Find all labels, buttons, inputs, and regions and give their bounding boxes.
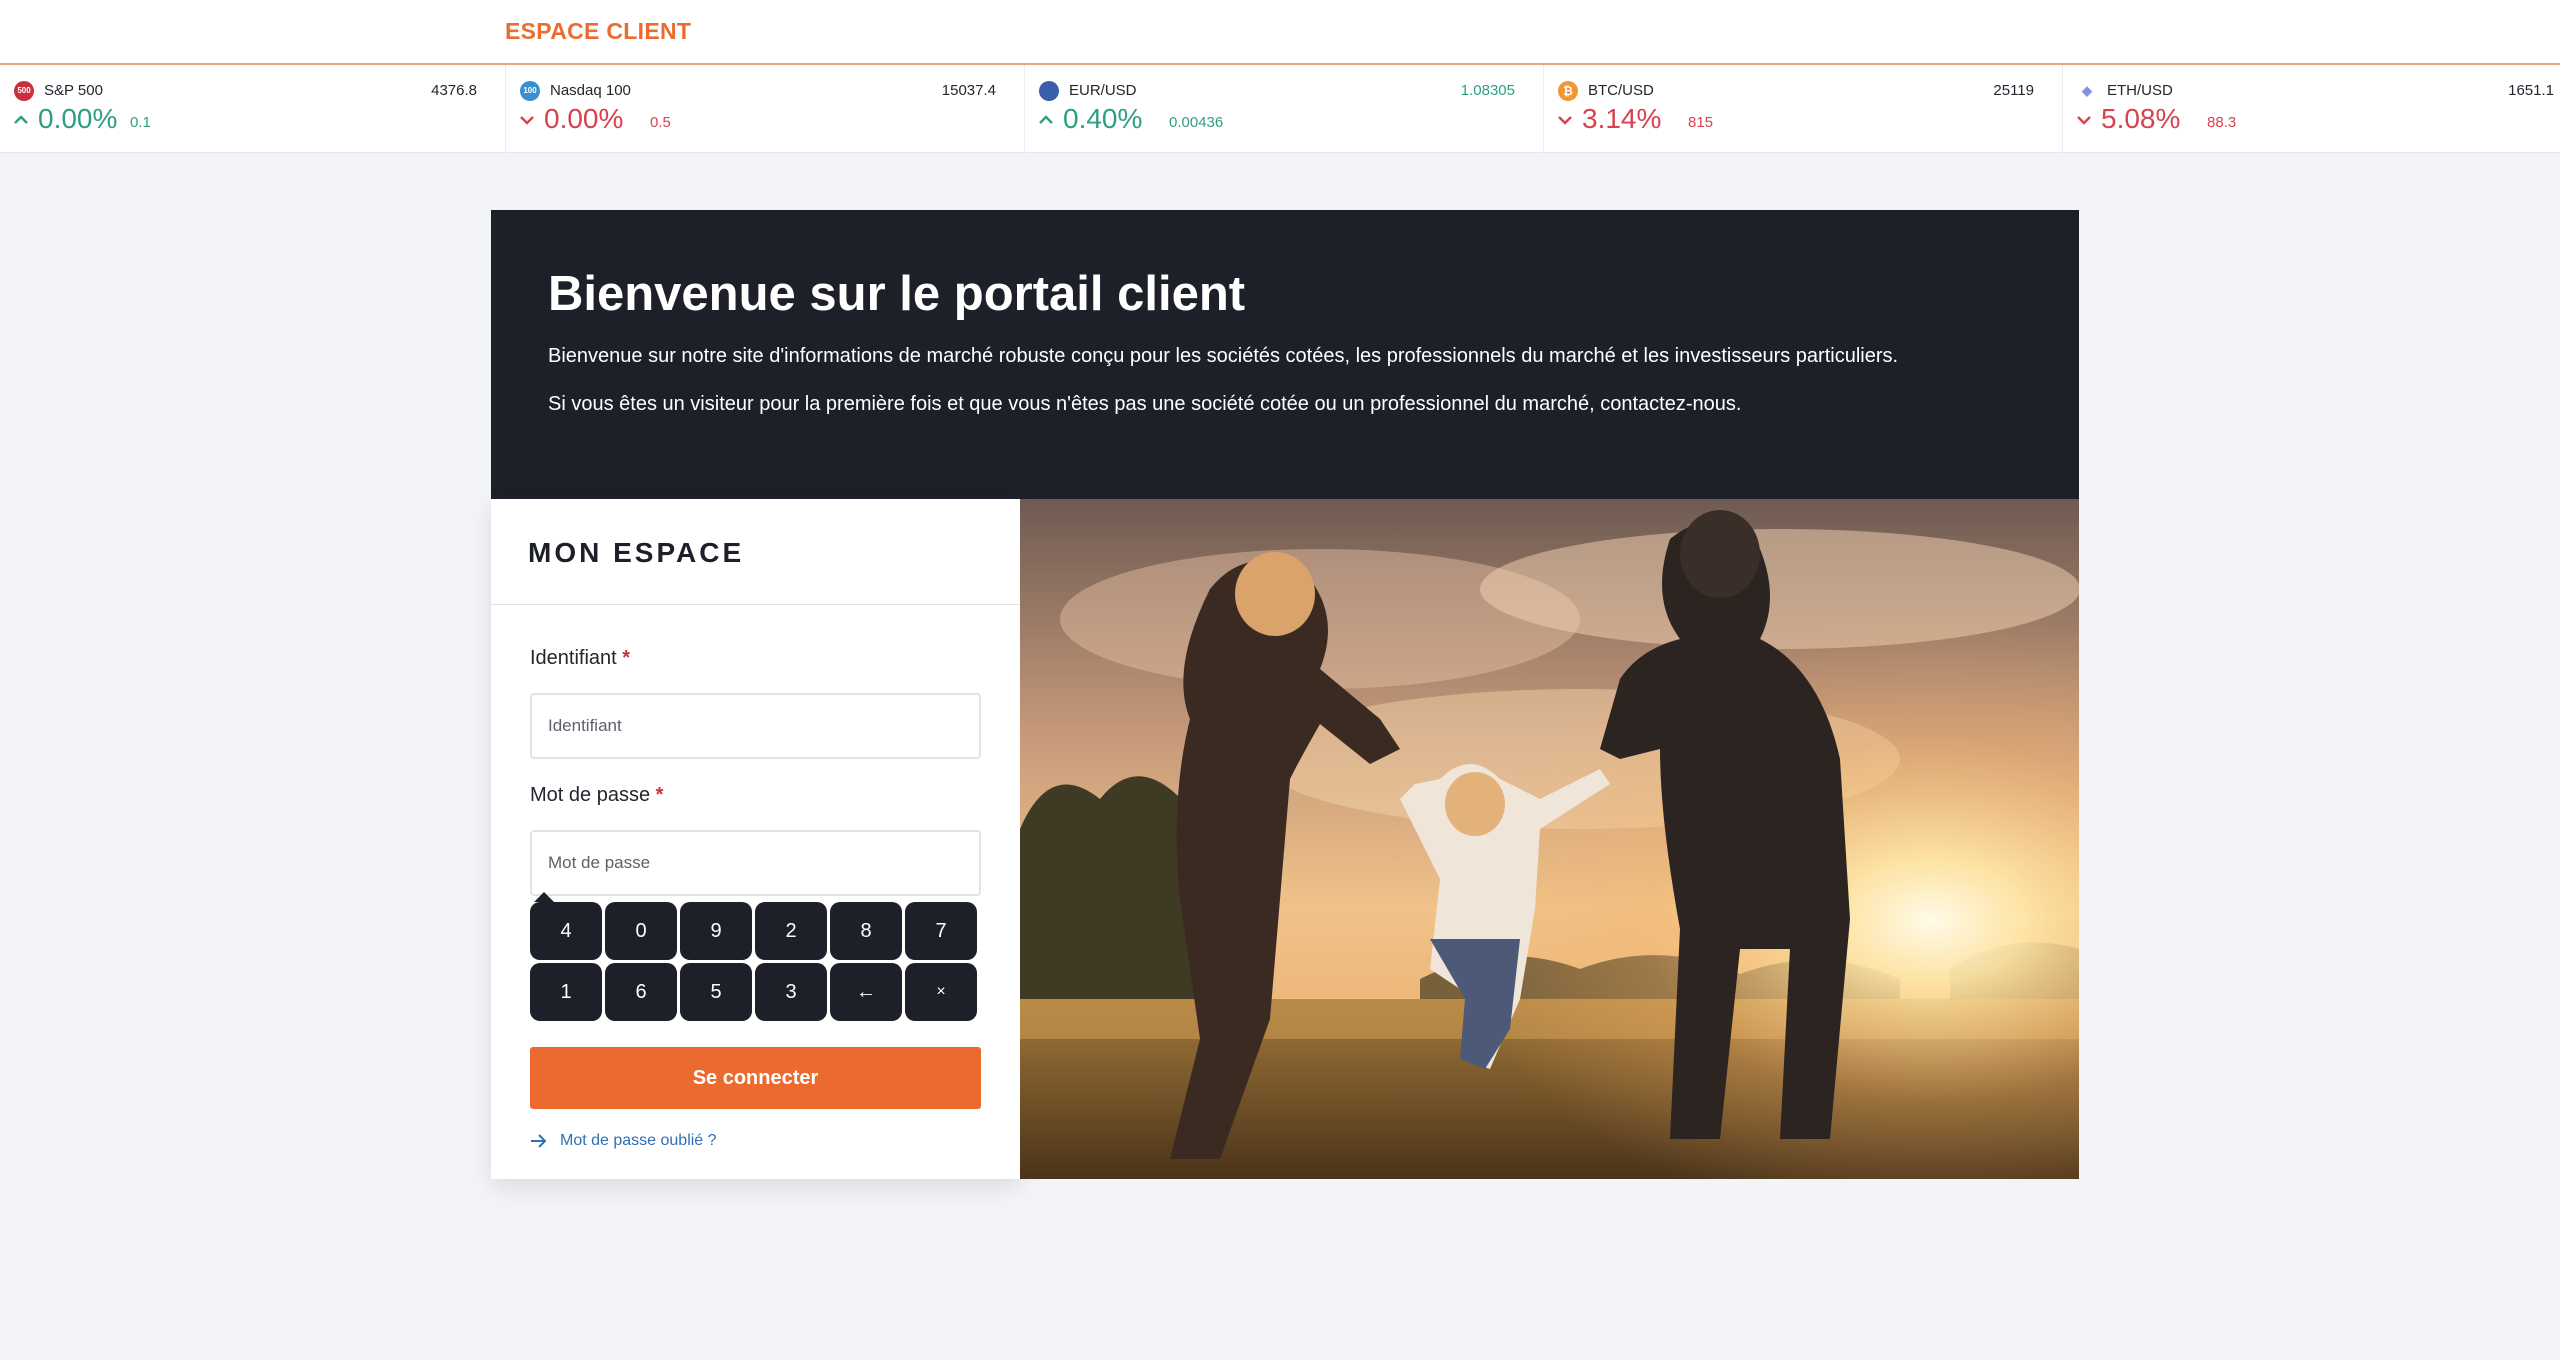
- login-panel-header: MON ESPACE: [491, 499, 1020, 605]
- keypad-key[interactable]: 6: [605, 963, 677, 1021]
- username-label-text: Identifiant: [530, 647, 617, 669]
- username-label: Identifiant *: [530, 647, 630, 670]
- ticker-item-nasdaq[interactable]: 100 Nasdaq 100 15037.4 0.00% 0.5: [506, 65, 1025, 153]
- chevron-down-icon: [2077, 116, 2091, 125]
- keypad-key[interactable]: 5: [680, 963, 752, 1021]
- ticker-delta: 0.1: [130, 114, 151, 131]
- keypad-key[interactable]: 4: [530, 902, 602, 960]
- eurusd-icon: [1039, 81, 1059, 101]
- top-header: ESPACE CLIENT: [0, 0, 2560, 65]
- keypad-backspace-key[interactable]: ←: [830, 963, 902, 1021]
- keypad-pointer: [534, 892, 554, 902]
- keypad-key[interactable]: 1: [530, 963, 602, 1021]
- ticker-name: ETH/USD: [2107, 82, 2173, 99]
- bitcoin-icon: ₿: [1558, 81, 1578, 101]
- password-label: Mot de passe *: [530, 784, 663, 807]
- ticker-item-sp500[interactable]: 500 S&P 500 4376.8 0.00% 0.1: [0, 65, 506, 153]
- ticker-price: 4376.8: [431, 82, 477, 99]
- chevron-up-icon: [14, 115, 28, 124]
- keypad-key[interactable]: 3: [755, 963, 827, 1021]
- ticker-delta: 815: [1688, 114, 1714, 131]
- ticker-price: 25119: [1993, 82, 2034, 99]
- contact-text: Si vous êtes un visiteur pour la premièr…: [548, 393, 1742, 415]
- ticker-item-eurusd[interactable]: EUR/USD 1.08305 0.40% 0.00436: [1025, 65, 1544, 153]
- ticker-percent: 3.14%: [1582, 103, 1662, 134]
- ticker-percent: 5.08%: [2101, 103, 2181, 134]
- login-panel: MON ESPACE Identifiant * Mot de passe * …: [491, 499, 1020, 1179]
- ethereum-icon: ◆: [2077, 81, 2097, 101]
- arrow-right-icon: [531, 1134, 547, 1148]
- ticker-name: S&P 500: [44, 82, 103, 99]
- family-sunset-photo: [1020, 499, 2079, 1179]
- ticker-delta: 0.00436: [1169, 114, 1224, 131]
- ticker-name: BTC/USD: [1588, 82, 1654, 99]
- keypad-key[interactable]: 8: [830, 902, 902, 960]
- password-input[interactable]: [530, 830, 981, 896]
- forgot-password-text: Mot de passe oublié ?: [560, 1132, 717, 1149]
- required-marker: *: [622, 647, 631, 669]
- required-marker: *: [655, 784, 664, 806]
- family-sunset-image: [1020, 499, 2079, 1179]
- nasdaq-icon: 100: [520, 81, 540, 101]
- ticker-percent: 0.00%: [544, 103, 624, 134]
- password-label-text: Mot de passe: [530, 784, 651, 806]
- keypad-clear-key[interactable]: ×: [905, 963, 977, 1021]
- keypad-key[interactable]: 7: [905, 902, 977, 960]
- forgot-password-link[interactable]: Mot de passe oublié ?: [530, 1132, 717, 1150]
- brand-title[interactable]: ESPACE CLIENT: [505, 18, 691, 45]
- ticker-price: 1.08305: [1460, 82, 1515, 99]
- keypad-key[interactable]: 0: [605, 902, 677, 960]
- ticker-name: EUR/USD: [1069, 82, 1137, 99]
- ticker-price: 15037.4: [941, 82, 996, 99]
- chevron-down-icon: [520, 116, 534, 125]
- welcome-banner: Bienvenue sur le portail client Bienvenu…: [491, 210, 2079, 499]
- chevron-down-icon: [1558, 116, 1572, 125]
- ticker-item-btcusd[interactable]: ₿ BTC/USD 25119 3.14% 815: [1544, 65, 2063, 153]
- ticker-percent: 0.00%: [38, 103, 118, 134]
- ticker-percent: 0.40%: [1063, 103, 1143, 134]
- username-input[interactable]: [530, 693, 981, 759]
- ticker-delta: 0.5: [650, 114, 671, 131]
- login-button[interactable]: Se connecter: [530, 1047, 981, 1109]
- keypad-key[interactable]: 9: [680, 902, 752, 960]
- ticker-name: Nasdaq 100: [550, 82, 631, 99]
- welcome-text: Bienvenue sur notre site d'informations …: [548, 345, 1899, 367]
- ticker-price: 1651.1: [2508, 82, 2554, 99]
- ticker-item-ethusd[interactable]: ◆ ETH/USD 1651.1 5.08% 88.3: [2063, 65, 2560, 153]
- ticker-delta: 88.3: [2207, 114, 2237, 131]
- market-ticker: 500 S&P 500 4376.8 0.00% 0.1 100 Nasdaq …: [0, 65, 2560, 153]
- chevron-up-icon: [1039, 115, 1053, 124]
- keypad-key[interactable]: 2: [755, 902, 827, 960]
- login-title: MON ESPACE: [528, 537, 745, 568]
- page-title: Bienvenue sur le portail client: [548, 267, 1246, 321]
- sp500-icon: 500: [14, 81, 34, 101]
